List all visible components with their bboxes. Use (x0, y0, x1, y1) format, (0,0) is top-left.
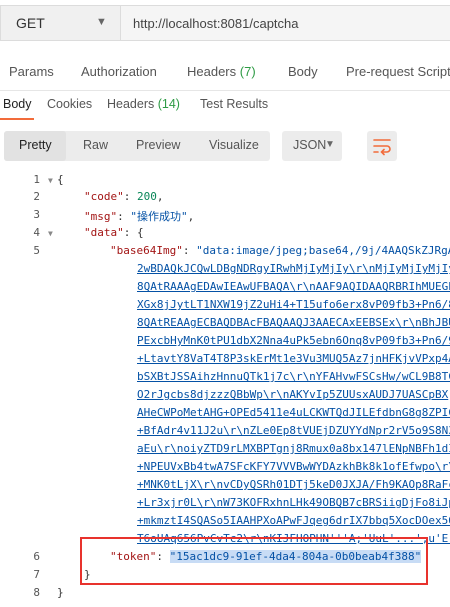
format-pretty-button[interactable]: Pretty (19, 138, 52, 152)
base64-continuation: PExcbHyMnK0tPU1dbX2Nna4uPk5ebn6Onq8vP09f… (137, 334, 450, 347)
request-tabs: Params Authorization Headers (7) Body Pr… (0, 52, 450, 91)
tab-headers[interactable]: Headers (7) (187, 64, 256, 79)
chevron-down-icon: ▼ (325, 139, 335, 150)
line-number: 4 (33, 226, 40, 239)
fold-caret-icon[interactable]: ▼ (48, 229, 53, 238)
url-text: http://localhost:8081/captcha (133, 16, 299, 31)
base64-continuation: +BfAdr4v11J2u\r\nZLe0Ep8tVUEjDZUYYdNpr2r… (137, 424, 450, 437)
tab-label: Headers (107, 97, 155, 111)
method-select[interactable]: GET ▼ (0, 5, 120, 41)
tab-label: Pre-request Script (346, 64, 450, 79)
json-base64-entry: "base64Img": "data:image/jpeg;base64,/9j… (110, 244, 450, 257)
format-visualize-button[interactable]: Visualize (209, 138, 259, 152)
base64-continuation: 8QAtREAAgECBAQDBAcFBAQAAQJ3AAECAxEEBSEx\… (137, 316, 450, 329)
tab-label: Headers (187, 64, 237, 79)
language-select[interactable]: JSON ▼ (282, 131, 342, 161)
tab-label: Body (288, 64, 318, 79)
response-tabs: Body Cookies Headers (14) Test Results (0, 90, 450, 122)
line-number: 3 (33, 208, 40, 221)
base64-continuation: +Lr3xjr0L\r\nW73KOFRxhnLHk49OBQB7cBRSiig… (137, 496, 450, 509)
json-open-brace: { (57, 173, 64, 186)
response-tab-test-results[interactable]: Test Results (200, 97, 268, 111)
line-number: 7 (33, 568, 40, 581)
format-raw-button[interactable]: Raw (83, 138, 108, 152)
tab-authorization[interactable]: Authorization (81, 64, 157, 79)
base64-continuation: XGx8jJytLT1NXW19jZ2uHi4+T15ufo6erx8vP09f… (137, 298, 450, 311)
json-data-entry: "data": { (84, 226, 144, 239)
chevron-down-icon: ▼ (96, 16, 107, 28)
request-url-bar: GET ▼ http://localhost:8081/captcha (0, 0, 450, 46)
base64-continuation: 2wBDAQkJCQwLDBgNDRgyIRwhMjIyMjIy\r\nMjIy… (137, 262, 450, 275)
base64-continuation: 8QAtRAAAgEDAwIEAwUFBAQA\r\nAAF9AQIDAAQRB… (137, 280, 450, 293)
tab-pre-request-script[interactable]: Pre-request Script (346, 64, 450, 79)
tab-label: Body (3, 97, 32, 111)
line-number: 2 (33, 190, 40, 203)
base64-continuation: aEu\r\noiyZTD9rLMXBPTgnj8Rmux0a8bx147lEN… (137, 442, 450, 455)
json-key: "msg" (84, 210, 118, 223)
json-code-entry: "code": 200, (84, 190, 164, 203)
response-tab-cookies[interactable]: Cookies (47, 97, 92, 111)
wrap-lines-icon (373, 139, 391, 156)
tab-label: Test Results (200, 97, 269, 111)
base64-continuation: +NPEUVxBb4twA7SFcKFY7VVVBwWYDAzkhBk8k1of… (137, 460, 450, 473)
active-tab-indicator (0, 118, 34, 120)
language-label: JSON (293, 138, 327, 152)
json-string: "data:image/jpeg;base64,/9j/4AAQSkZJRgA (196, 244, 450, 257)
base64-continuation: bSXBtJSSAihzHnnuQTk1j7c\r\nYFAHvwFSCsHw/… (137, 370, 450, 383)
format-view-group: Pretty Raw Preview Visualize (4, 131, 270, 161)
base64-continuation: +MNK0tLjX\r\nvCDyQSRh01DTj5keD0JXJA/Fh9K… (137, 478, 450, 491)
json-number: 200 (137, 190, 157, 203)
annotation-highlight-box (80, 537, 428, 585)
tab-label: Cookies (47, 97, 93, 111)
json-key: "data" (84, 226, 124, 239)
json-key: "base64Img" (110, 244, 183, 257)
url-input[interactable]: http://localhost:8081/captcha (120, 5, 450, 41)
line-number: 6 (33, 550, 40, 563)
response-tab-body[interactable]: Body (3, 97, 32, 111)
response-tab-headers[interactable]: Headers (14) (107, 97, 180, 111)
wrap-lines-button[interactable] (367, 131, 397, 161)
format-preview-button[interactable]: Preview (136, 138, 180, 152)
tab-params[interactable]: Params (9, 64, 54, 79)
fold-caret-icon[interactable]: ▼ (48, 176, 53, 185)
base64-continuation: +mkmztI4SQASo5IAAHPXoAPwFJqeg6drIX7bbq5X… (137, 514, 450, 527)
json-string: "操作成功" (130, 210, 188, 223)
json-msg-entry: "msg": "操作成功", (84, 210, 195, 223)
json-key: "code" (84, 190, 124, 203)
line-number: 8 (33, 586, 40, 599)
base64-continuation: O2rJgcbs8djzzzQBbWp\r\nAKYvIp5ZUUsxAUDJ7… (137, 388, 449, 401)
format-toolbar: Pretty Raw Preview Visualize JSON ▼ (0, 128, 450, 162)
tab-label: Params (9, 64, 54, 79)
json-close-brace: } (57, 586, 64, 599)
line-number: 1 (33, 173, 40, 186)
tab-count: (14) (157, 97, 180, 111)
tab-body[interactable]: Body (288, 64, 318, 79)
tab-count: (7) (239, 64, 256, 79)
base64-continuation: +LtavtY8VaT4T8P3skErMt1e3Vu3MUQ5Az7jnHFK… (137, 352, 450, 365)
method-label: GET (16, 15, 45, 31)
line-number: 5 (33, 244, 40, 257)
tab-label: Authorization (81, 64, 157, 79)
base64-continuation: AHeCWPoMetAHG+OPEd5411e4uLCKWTQdJILEfdbn… (137, 406, 450, 419)
